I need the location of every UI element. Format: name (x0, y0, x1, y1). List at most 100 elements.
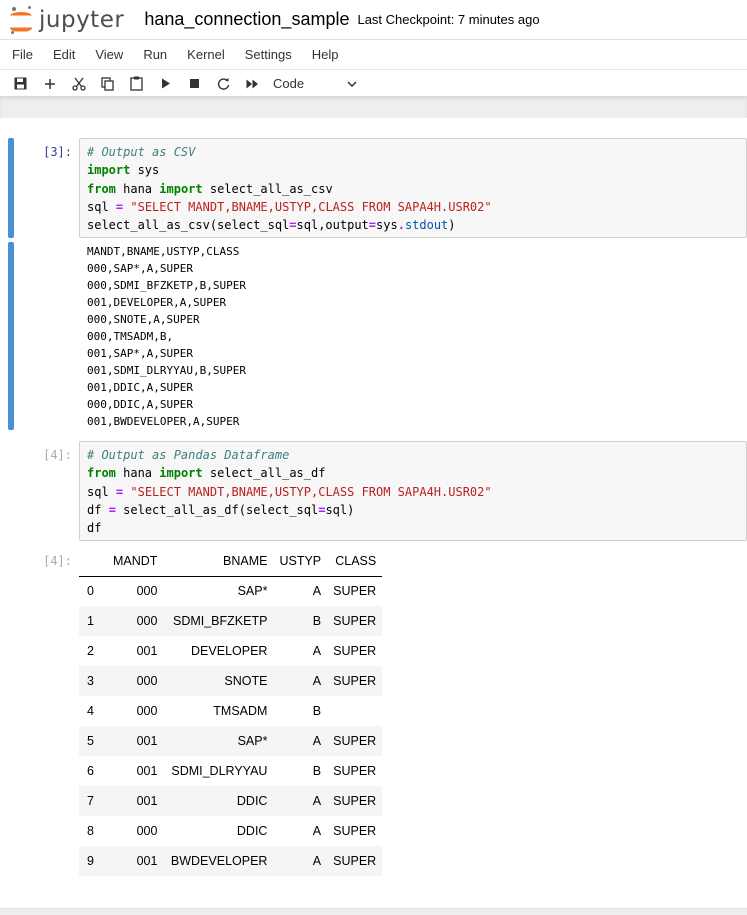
table-cell: A (273, 666, 328, 696)
table-cell: A (273, 786, 328, 816)
row-index: 4 (87, 704, 94, 718)
row-index: 6 (87, 764, 94, 778)
table-row: 1 000 SDMI_BFZKETP B SUPER (79, 606, 383, 636)
table-cell: 000 (136, 704, 158, 718)
row-index: 9 (79, 846, 107, 876)
plus-icon[interactable] (35, 72, 64, 96)
table-cell: 001 (107, 846, 164, 876)
jupyter-logo-icon[interactable] (9, 5, 35, 35)
table-cell: SUPER (333, 764, 377, 778)
row-index: 1 (79, 606, 107, 636)
menu-view[interactable]: View (95, 47, 123, 62)
column-header: CLASS (327, 546, 383, 577)
table-row: 8 000 DDIC A SUPER (79, 816, 382, 846)
paste-icon[interactable] (122, 72, 151, 96)
code-line: import sys (87, 163, 160, 178)
column-header: MANDT (107, 546, 164, 577)
table-cell: SUPER (327, 726, 383, 756)
code-line: # Output as CSV (87, 143, 739, 161)
run-icon[interactable] (151, 72, 180, 96)
restart-icon[interactable] (209, 72, 238, 96)
menu-help[interactable]: Help (312, 47, 339, 62)
code-input-area[interactable]: # Output as Pandas Dataframe from hana i… (79, 441, 747, 541)
table-cell: 000 (136, 584, 158, 599)
csv-output: MANDT,BNAME,USTYP,CLASS 000,SAP*,A,SUPER… (87, 245, 246, 428)
table-cell: BWDEVELOPER (163, 846, 274, 876)
code-line: from hana import select_all_as_csv (87, 181, 333, 196)
code-comment: # Output as Pandas Dataframe (87, 448, 290, 462)
code-line: df = select_all_as_df(select_sql=sql) (87, 502, 355, 517)
table-cell: 000 (107, 666, 164, 696)
table-cell: 001 (107, 726, 164, 756)
table-cell: DEVELOPER (191, 644, 268, 658)
table-cell: DDIC (236, 824, 268, 838)
chevron-down-icon (347, 78, 357, 90)
table-cell: 001 (107, 786, 164, 816)
table-cell: SUPER (327, 786, 383, 816)
table-cell: SUPER (333, 824, 377, 838)
row-index: 3 (79, 666, 107, 696)
table-cell: SNOTE (163, 666, 274, 696)
row-index: 2 (87, 644, 94, 658)
code-line: sql = "SELECT MANDT,BNAME,USTYP,CLASS FR… (87, 484, 492, 499)
logo-text[interactable]: jupyter (39, 7, 124, 33)
table-cell: A (273, 846, 328, 876)
code-comment: # Output as CSV (87, 145, 196, 159)
table-row: 6 001 SDMI_DLRYYAU B SUPER (79, 756, 382, 786)
row-index: 5 (79, 726, 107, 756)
stop-icon[interactable] (180, 72, 209, 96)
table-cell: SUPER (333, 584, 377, 599)
code-line: from hana import select_all_as_df (87, 466, 326, 481)
table-row: 9 001 BWDEVELOPER A SUPER (79, 846, 383, 876)
output-prompt: [4]: (43, 554, 72, 568)
index-header (79, 546, 107, 577)
column-header: USTYP (273, 546, 328, 577)
table-cell: 000 (136, 824, 158, 838)
checkpoint-status: Last Checkpoint: 7 minutes ago (357, 12, 540, 27)
dataframe-table: MANDT BNAME USTYP CLASS 0 000 SAP* A SUP… (79, 546, 383, 876)
table-cell: SAP* (163, 726, 274, 756)
table-row: 4 000 TMSADM B (79, 696, 382, 726)
cell-type-value: Code (273, 76, 305, 91)
table-cell: DDIC (163, 786, 274, 816)
code-line: select_all_as_csv(select_sql=sql,output=… (87, 218, 456, 233)
code-line: df (87, 521, 102, 536)
notebook-header: jupyter hana_connection_sample Last Chec… (0, 0, 747, 40)
output-collapse-bar[interactable] (8, 242, 14, 430)
table-cell: A (312, 824, 322, 838)
toolbar-shadow-band (0, 96, 747, 118)
table-cell: 000 (107, 606, 164, 636)
menu-settings[interactable]: Settings (245, 47, 292, 62)
row-index: 0 (87, 584, 94, 599)
bottom-edge (0, 908, 747, 915)
table-cell: A (312, 644, 322, 658)
menu-file[interactable]: File (12, 47, 33, 62)
table-cell: B (273, 606, 328, 636)
column-header: BNAME (163, 546, 274, 577)
menu-edit[interactable]: Edit (53, 47, 75, 62)
toolbar: Code (0, 70, 747, 97)
menubar: File Edit View Run Kernel Settings Help (0, 40, 747, 70)
cut-icon[interactable] (64, 72, 93, 96)
table-cell: SUPER (327, 846, 383, 876)
cell-type-select[interactable]: Code (273, 72, 361, 96)
fast-forward-icon[interactable] (238, 72, 267, 96)
code-input-area[interactable]: # Output as CSV import sys from hana imp… (79, 138, 747, 238)
table-cell: A (312, 584, 322, 599)
table-cell: 001 (136, 764, 158, 778)
table-cell (327, 696, 382, 726)
menu-kernel[interactable]: Kernel (187, 47, 225, 62)
table-cell: SUPER (327, 606, 383, 636)
copy-icon[interactable] (93, 72, 122, 96)
input-prompt: [4]: (43, 448, 72, 462)
table-cell: SUPER (327, 666, 383, 696)
cell-selection-bar[interactable] (8, 138, 14, 238)
table-cell: SDMI_BFZKETP (163, 606, 274, 636)
menu-run[interactable]: Run (143, 47, 167, 62)
table-cell: SAP* (237, 584, 268, 599)
table-cell: A (273, 726, 328, 756)
table-row: 2 001 DEVELOPER A SUPER (79, 636, 382, 666)
notebook-name[interactable]: hana_connection_sample (144, 9, 349, 30)
table-cell: B (312, 764, 322, 778)
save-icon[interactable] (6, 72, 35, 96)
